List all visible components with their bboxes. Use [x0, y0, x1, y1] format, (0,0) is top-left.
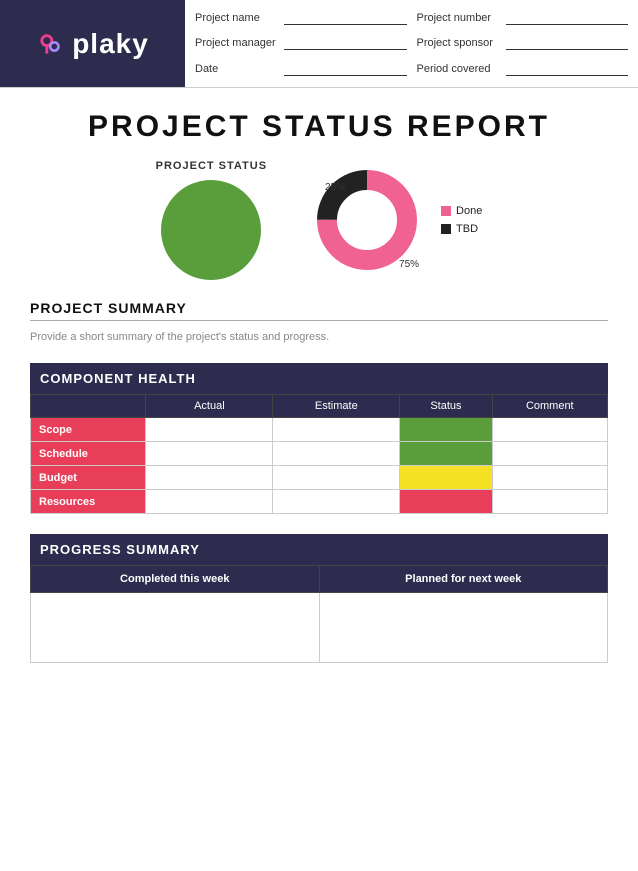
field-project-number: Project number [417, 6, 629, 30]
resources-label-cell: Resources [31, 490, 146, 514]
field-label-project-name: Project name [195, 12, 280, 24]
project-status-circle [161, 180, 261, 280]
scope-comment [492, 418, 607, 442]
field-project-sponsor: Project sponsor [417, 32, 629, 56]
schedule-label: Schedule [39, 448, 88, 460]
legend-done: Done [441, 205, 482, 217]
field-project-name: Project name [195, 6, 407, 30]
legend-done-dot [441, 206, 451, 216]
scope-estimate [273, 418, 400, 442]
component-health-table: Actual Estimate Status Comment Scope Sch… [30, 394, 608, 514]
col-planned-next-week: Planned for next week [319, 566, 608, 593]
fields-area: Project name Project number Project mana… [185, 0, 638, 87]
field-project-manager: Project manager [195, 32, 407, 56]
field-line-project-name [284, 11, 407, 25]
resources-comment [492, 490, 607, 514]
budget-label-cell: Budget [31, 466, 146, 490]
header: plaky Project name Project number Projec… [0, 0, 638, 88]
component-health-section: COMPONENT HEALTH Actual Estimate Status … [0, 363, 638, 514]
component-health-title: COMPONENT HEALTH [30, 363, 608, 394]
project-summary-placeholder: Provide a short summary of the project's… [30, 327, 608, 347]
comp-table-header-row: Actual Estimate Status Comment [31, 395, 608, 418]
schedule-label-cell: Schedule [31, 442, 146, 466]
field-line-project-number [506, 11, 629, 25]
col-header-comment: Comment [492, 395, 607, 418]
project-summary-section: PROJECT SUMMARY Provide a short summary … [0, 300, 638, 347]
table-row-schedule: Schedule [31, 442, 608, 466]
budget-estimate [273, 466, 400, 490]
status-left: PROJECT STATUS [156, 160, 267, 280]
donut-area: 25% 75% Done TBD [307, 160, 482, 280]
progress-summary-table: Completed this week Planned for next wee… [30, 565, 608, 663]
field-line-project-sponsor [506, 36, 629, 50]
field-label-project-number: Project number [417, 12, 502, 24]
schedule-comment [492, 442, 607, 466]
plaky-logo-icon [36, 29, 66, 59]
resources-label: Resources [39, 496, 95, 508]
field-label-project-sponsor: Project sponsor [417, 37, 502, 49]
table-row-resources: Resources [31, 490, 608, 514]
completed-this-week-cell [31, 593, 320, 663]
main-title: PROJECT STATUS REPORT [0, 88, 638, 160]
budget-comment [492, 466, 607, 490]
logo-text: plaky [72, 28, 149, 60]
planned-next-week-cell [319, 593, 608, 663]
legend-tbd-label: TBD [456, 223, 478, 235]
col-header-status: Status [400, 395, 492, 418]
budget-actual [146, 466, 273, 490]
progress-summary-section: PROGRESS SUMMARY Completed this week Pla… [0, 534, 638, 663]
field-label-project-manager: Project manager [195, 37, 280, 49]
resources-status [400, 490, 492, 514]
progress-summary-title: PROGRESS SUMMARY [30, 534, 608, 565]
schedule-actual [146, 442, 273, 466]
legend-tbd: TBD [441, 223, 482, 235]
scope-label-cell: Scope [31, 418, 146, 442]
scope-label: Scope [39, 424, 72, 436]
project-status-label: PROJECT STATUS [156, 160, 267, 172]
col-header-label [31, 395, 146, 418]
col-header-actual: Actual [146, 395, 273, 418]
field-line-project-manager [284, 36, 407, 50]
pct-75-label: 75% [399, 259, 419, 270]
progress-content-row [31, 593, 608, 663]
resources-actual [146, 490, 273, 514]
scope-status [400, 418, 492, 442]
legend-done-label: Done [456, 205, 482, 217]
field-line-period-covered [506, 62, 629, 76]
field-period-covered: Period covered [417, 57, 629, 81]
resources-estimate [273, 490, 400, 514]
budget-label: Budget [39, 472, 77, 484]
field-date: Date [195, 57, 407, 81]
legend-tbd-dot [441, 224, 451, 234]
project-summary-title: PROJECT SUMMARY [30, 300, 608, 321]
col-header-estimate: Estimate [273, 395, 400, 418]
pct-25-label: 25% [325, 182, 345, 193]
field-label-period-covered: Period covered [417, 63, 502, 75]
donut-wrapper: 25% 75% [307, 160, 427, 280]
budget-status [400, 466, 492, 490]
col-completed-this-week: Completed this week [31, 566, 320, 593]
schedule-status [400, 442, 492, 466]
progress-header-row: Completed this week Planned for next wee… [31, 566, 608, 593]
table-row-budget: Budget [31, 466, 608, 490]
logo-area: plaky [0, 0, 185, 87]
field-label-date: Date [195, 63, 280, 75]
schedule-estimate [273, 442, 400, 466]
scope-actual [146, 418, 273, 442]
field-line-date [284, 62, 407, 76]
chart-legend: Done TBD [441, 205, 482, 235]
project-status-section: PROJECT STATUS 25% 75% Done [0, 160, 638, 300]
table-row-scope: Scope [31, 418, 608, 442]
